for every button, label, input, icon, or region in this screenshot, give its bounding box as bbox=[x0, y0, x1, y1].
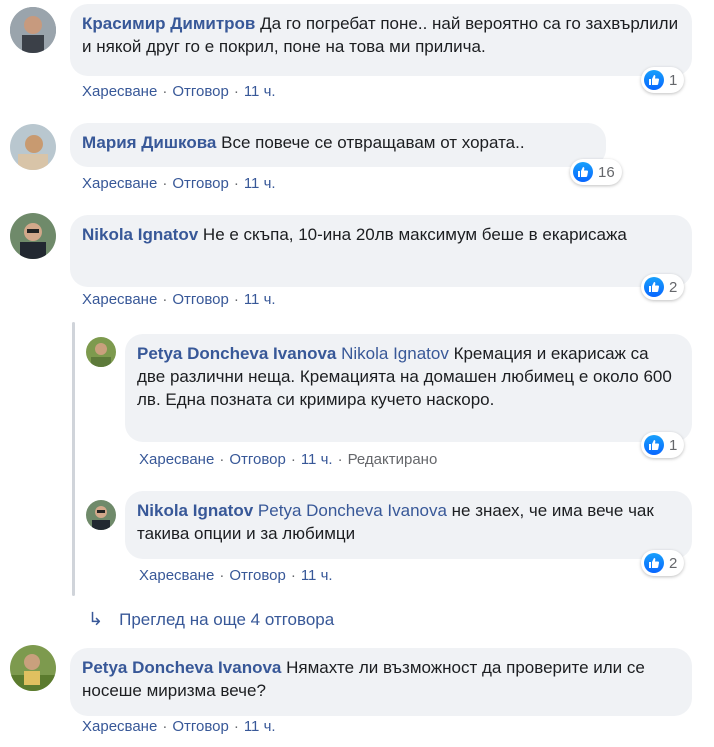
separator: · bbox=[233, 83, 239, 100]
avatar[interactable] bbox=[86, 500, 116, 530]
timestamp-link[interactable]: 11 ч. bbox=[301, 567, 333, 584]
view-more-replies-label: Преглед на още 4 отговора bbox=[119, 609, 335, 629]
like-button[interactable]: Харесване bbox=[82, 175, 157, 192]
reply-button[interactable]: Отговор bbox=[172, 83, 229, 100]
comment-text: Все повече се отвращавам от хората.. bbox=[221, 133, 525, 152]
mention-link[interactable]: Petya Doncheva Ivanova bbox=[258, 501, 447, 520]
reaction-count[interactable]: 1 bbox=[641, 432, 685, 458]
like-button[interactable]: Харесване bbox=[82, 291, 157, 308]
edited-label[interactable]: Редактирано bbox=[348, 451, 438, 468]
comment-actions: Харесване · Отговор · 11 ч. · Редактирано bbox=[139, 451, 437, 469]
comment-bubble: Nikola Ignatov Не е скъпа, 10-ина 20лв м… bbox=[70, 215, 692, 287]
reaction-count[interactable]: 2 bbox=[641, 274, 685, 300]
reply-button[interactable]: Отговор bbox=[172, 291, 229, 308]
comment-actions: Харесване · Отговор · 11 ч. bbox=[82, 175, 276, 193]
like-button[interactable]: Харесване bbox=[139, 567, 214, 584]
separator: · bbox=[162, 175, 168, 192]
like-reaction-icon bbox=[644, 553, 664, 573]
separator: · bbox=[290, 451, 296, 468]
comment-author[interactable]: Petya Doncheva Ivanova bbox=[82, 658, 281, 677]
comment-bubble: Красимир Димитров Да го погребат поне.. … bbox=[70, 4, 692, 76]
reaction-number: 2 bbox=[669, 278, 678, 296]
reply-thread-line bbox=[72, 322, 75, 596]
separator: · bbox=[162, 83, 168, 100]
comment-actions: Харесване · Отговор · 11 ч. bbox=[82, 83, 276, 101]
like-reaction-icon bbox=[644, 435, 664, 455]
reply-button[interactable]: Отговор bbox=[229, 567, 286, 584]
avatar[interactable] bbox=[10, 645, 56, 691]
comment-bubble: Petya Doncheva Ivanova Нямахте ли възмож… bbox=[70, 648, 692, 716]
timestamp-link[interactable]: 11 ч. bbox=[244, 175, 276, 192]
comment-author[interactable]: Petya Doncheva Ivanova bbox=[137, 344, 336, 363]
timestamp-link[interactable]: 11 ч. bbox=[244, 718, 276, 735]
timestamp-link[interactable]: 11 ч. bbox=[244, 291, 276, 308]
reply-arrow-icon: ↳ bbox=[88, 609, 104, 629]
comment-author[interactable]: Мария Дишкова bbox=[82, 133, 216, 152]
like-button[interactable]: Харесване bbox=[82, 718, 157, 735]
reaction-count[interactable]: 2 bbox=[641, 550, 685, 576]
like-reaction-icon bbox=[644, 70, 664, 90]
reaction-count[interactable]: 16 bbox=[570, 159, 622, 185]
reply-bubble: Petya Doncheva Ivanova Nikola Ignatov Кр… bbox=[125, 334, 692, 442]
reaction-count[interactable]: 1 bbox=[641, 67, 685, 93]
separator: · bbox=[162, 718, 168, 735]
separator: · bbox=[337, 451, 343, 468]
comment-actions: Харесване · Отговор · 11 ч. bbox=[139, 567, 333, 585]
separator: · bbox=[219, 567, 225, 584]
like-button[interactable]: Харесване bbox=[82, 83, 157, 100]
reply-button[interactable]: Отговор bbox=[172, 718, 229, 735]
like-reaction-icon bbox=[644, 277, 664, 297]
comment-author[interactable]: Nikola Ignatov bbox=[137, 501, 253, 520]
comment-bubble: Мария Дишкова Все повече се отвращавам о… bbox=[70, 123, 606, 167]
comment-actions: Харесване · Отговор · 11 ч. bbox=[82, 291, 276, 309]
reply-button[interactable]: Отговор bbox=[229, 451, 286, 468]
reaction-number: 2 bbox=[669, 554, 678, 572]
reaction-number: 1 bbox=[669, 71, 678, 89]
separator: · bbox=[233, 718, 239, 735]
like-reaction-icon bbox=[573, 162, 593, 182]
separator: · bbox=[233, 291, 239, 308]
avatar[interactable] bbox=[10, 213, 56, 259]
view-more-replies-link[interactable]: ↳ Преглед на още 4 отговора bbox=[88, 609, 334, 630]
avatar[interactable] bbox=[86, 337, 116, 367]
like-button[interactable]: Харесване bbox=[139, 451, 214, 468]
avatar[interactable] bbox=[10, 124, 56, 170]
reaction-number: 1 bbox=[669, 436, 678, 454]
mention-link[interactable]: Nikola Ignatov bbox=[341, 344, 449, 363]
separator: · bbox=[162, 291, 168, 308]
timestamp-link[interactable]: 11 ч. bbox=[244, 83, 276, 100]
comment-text: Не е скъпа, 10-ина 20лв максимум беше в … bbox=[202, 225, 627, 244]
comment-author[interactable]: Nikola Ignatov bbox=[82, 225, 198, 244]
reply-button[interactable]: Отговор bbox=[172, 175, 229, 192]
comment-author[interactable]: Красимир Димитров bbox=[82, 14, 255, 33]
avatar[interactable] bbox=[10, 7, 56, 53]
comment-actions: Харесване · Отговор · 11 ч. bbox=[82, 718, 276, 736]
separator: · bbox=[233, 175, 239, 192]
reaction-number: 16 bbox=[598, 163, 615, 181]
timestamp-link[interactable]: 11 ч. bbox=[301, 451, 333, 468]
separator: · bbox=[290, 567, 296, 584]
reply-bubble: Nikola Ignatov Petya Doncheva Ivanova не… bbox=[125, 491, 692, 559]
separator: · bbox=[219, 451, 225, 468]
